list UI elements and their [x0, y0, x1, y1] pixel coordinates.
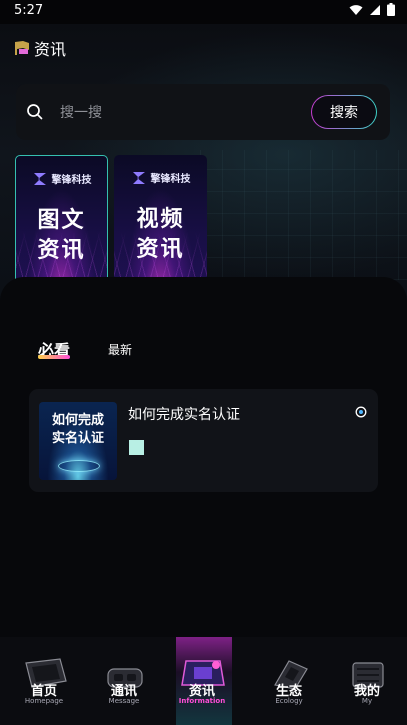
status-bar: 5:27: [0, 0, 407, 24]
brand-header: 擎锋科技: [114, 170, 207, 185]
brand-logo-icon: [132, 171, 145, 184]
search-bar: 搜索: [16, 84, 390, 140]
unread-dot-icon: [355, 406, 367, 418]
nav-sublabel: Homepage: [24, 697, 64, 705]
thumbnail-text: 如何完成 实名认证: [51, 413, 104, 446]
nav-sublabel: Ecology: [275, 697, 303, 705]
wifi-icon: [349, 4, 363, 15]
page-title: 资讯: [34, 40, 67, 59]
brand-name: 擎锋科技: [51, 175, 92, 186]
status-icons: [349, 3, 395, 16]
news-flag-icon: [15, 41, 29, 55]
nav-item-ecology[interactable]: 生态 Ecology: [253, 637, 333, 725]
search-button[interactable]: 搜索: [311, 95, 377, 129]
active-tab-underline: [38, 355, 70, 359]
battery-icon: [387, 3, 395, 16]
search-input[interactable]: [58, 98, 312, 128]
nav-sublabel: Message: [108, 697, 140, 705]
thumbnail-glow-disc: [58, 460, 100, 472]
status-time: 5:27: [14, 3, 44, 18]
nav-item-message[interactable]: 通讯 Message: [88, 637, 168, 725]
nav-item-my[interactable]: 我的 My: [331, 637, 407, 725]
page-header: 资讯: [14, 36, 66, 60]
nav-item-information[interactable]: 资讯 Information: [166, 637, 246, 725]
nav-sublabel: My: [361, 697, 373, 705]
article-tag-square: [129, 440, 144, 455]
search-icon: [27, 104, 43, 120]
brand-name: 擎锋科技: [150, 174, 191, 185]
article-card[interactable]: 如何完成 实名认证 如何完成实名认证: [29, 389, 378, 492]
brand-header: 擎锋科技: [16, 171, 107, 186]
nav-item-home[interactable]: 首页 Homepage: [8, 637, 88, 725]
article-title: 如何完成实名认证: [128, 407, 240, 423]
hero-grid-decoration: [200, 150, 407, 280]
signal-icon: [370, 4, 380, 15]
nav-sublabel: Information: [178, 697, 226, 705]
article-thumbnail: 如何完成 实名认证: [39, 402, 117, 480]
brand-logo-icon: [33, 172, 46, 185]
tab-latest[interactable]: 最新: [108, 341, 132, 358]
